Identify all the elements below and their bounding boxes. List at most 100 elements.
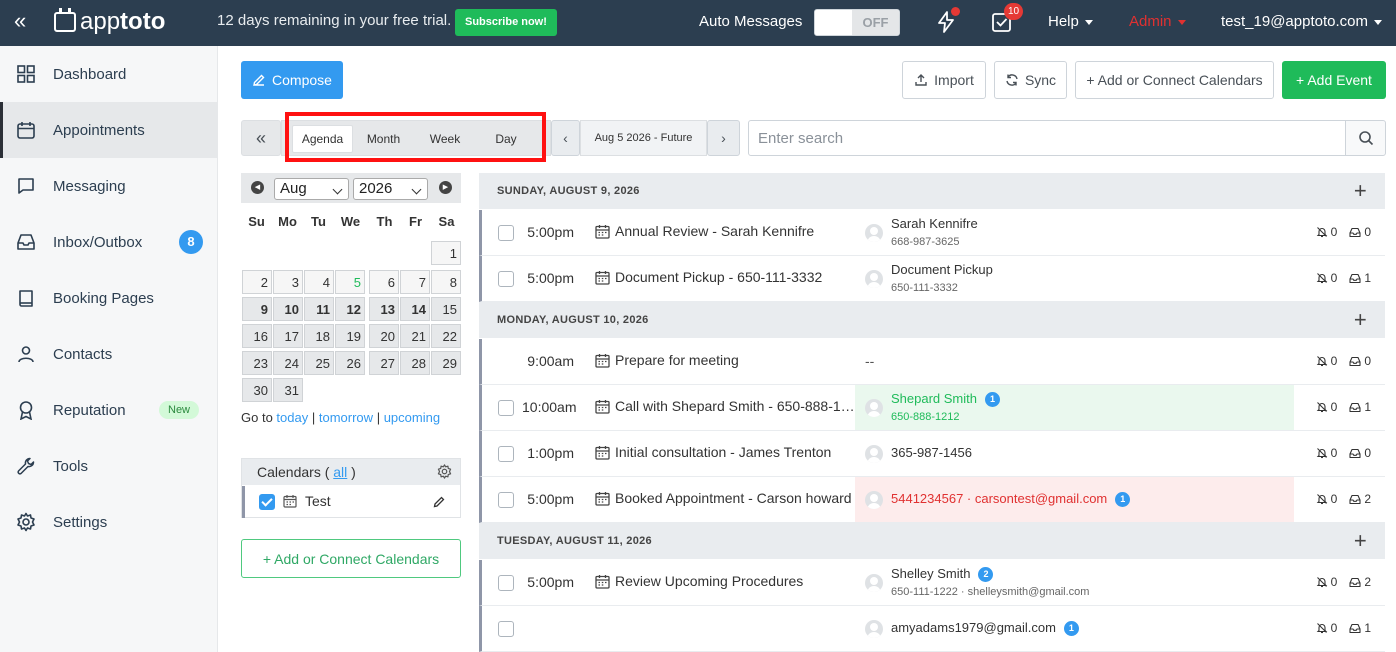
tasks-icon[interactable]: 10 <box>990 3 1023 34</box>
event-checkbox[interactable] <box>498 575 514 591</box>
search-input[interactable] <box>748 120 1346 156</box>
calendar-day[interactable]: 7 <box>400 270 430 294</box>
event-contact[interactable]: Sarah Kennifre 668-987-3625 <box>855 210 1294 255</box>
sidebar-item-appointments[interactable]: Appointments <box>0 102 217 158</box>
add-connect-calendars-button[interactable]: + Add or Connect Calendars <box>1075 61 1274 99</box>
sidebar-item-tools[interactable]: Tools <box>0 438 217 494</box>
add-event-button[interactable]: + Add Event <box>1282 61 1386 99</box>
subscribe-button[interactable]: Subscribe now! <box>455 9 557 36</box>
sidebar-item-settings[interactable]: Settings <box>0 494 217 550</box>
calendar-day[interactable]: 9 <box>242 297 272 321</box>
year-select[interactable]: 2026 <box>353 178 428 200</box>
calendar-day[interactable]: 24 <box>273 351 303 375</box>
notifications-bolt-icon[interactable] <box>934 7 960 34</box>
calendar-day[interactable]: 18 <box>304 324 334 348</box>
compose-button[interactable]: Compose <box>241 61 343 99</box>
sidebar-item-reputation[interactable]: Reputation New <box>0 382 217 438</box>
calendar-day[interactable]: 14 <box>400 297 430 321</box>
range-next-button[interactable]: › <box>707 120 740 156</box>
sidebar-item-messaging[interactable]: Messaging <box>0 158 217 214</box>
event-title[interactable]: Prepare for meeting <box>615 352 855 368</box>
calendar-day[interactable]: 3 <box>273 270 303 294</box>
month-select[interactable]: Aug <box>274 178 349 200</box>
add-event-plus-icon[interactable]: + <box>1354 178 1367 204</box>
calendar-day[interactable]: 19 <box>335 324 365 348</box>
event-row[interactable]: 5:00pm Document Pickup - 650-111-3332 Docu… <box>479 256 1385 302</box>
range-prev-button[interactable]: ‹ <box>551 120 580 156</box>
calendar-day[interactable]: 6 <box>369 270 399 294</box>
calendar-day[interactable]: 21 <box>400 324 430 348</box>
gear-icon[interactable] <box>437 464 452 479</box>
event-title[interactable]: Initial consultation - James Trenton <box>615 444 855 460</box>
sidebar-item-dashboard[interactable]: Dashboard <box>0 46 217 102</box>
calendar-checkbox[interactable] <box>259 494 275 510</box>
prev-month-icon[interactable]: ◀ <box>251 181 264 194</box>
collapse-sidebar-icon[interactable]: « <box>14 9 26 33</box>
calendar-day[interactable]: 30 <box>242 378 272 402</box>
event-contact[interactable]: 5441234567 · carsontest@gmail.com 1 <box>855 477 1294 522</box>
goto-tomorrow-link[interactable]: tomorrow <box>319 410 373 425</box>
edit-pencil-icon[interactable] <box>433 495 446 508</box>
event-title[interactable]: Review Upcoming Procedures <box>615 573 855 589</box>
event-row[interactable]: 5:00pm Review Upcoming Procedures Shelley … <box>479 560 1385 606</box>
event-title[interactable]: Document Pickup - 650-111-3332 <box>615 269 855 285</box>
calendar-day[interactable]: 17 <box>273 324 303 348</box>
calendar-day[interactable]: 22 <box>431 324 461 348</box>
sidebar-item-inbox-outbox[interactable]: Inbox/Outbox 8 <box>0 214 217 270</box>
admin-menu[interactable]: Admin <box>1129 13 1186 30</box>
event-checkbox[interactable] <box>498 225 514 241</box>
calendar-day[interactable]: 1 <box>431 241 461 265</box>
calendar-day[interactable]: 23 <box>242 351 272 375</box>
event-checkbox[interactable] <box>498 492 514 508</box>
sidebar-item-contacts[interactable]: Contacts <box>0 326 217 382</box>
event-contact[interactable]: 365-987-1456 <box>855 431 1294 476</box>
calendar-day[interactable]: 20 <box>369 324 399 348</box>
apptoto-logo[interactable]: app toto <box>54 8 165 35</box>
collapse-calendar-button[interactable]: « <box>241 120 281 156</box>
event-contact[interactable]: amyadams1979@gmail.com 1 <box>855 606 1294 651</box>
calendar-day[interactable]: 16 <box>242 324 272 348</box>
event-row[interactable]: 9:00am Prepare for meeting -- 0 0 <box>479 339 1385 385</box>
event-title[interactable]: Booked Appointment - Carson howard <box>615 490 855 506</box>
event-row[interactable]: amyadams1979@gmail.com 1 0 1 <box>479 606 1385 652</box>
calendar-day[interactable]: 26 <box>335 351 365 375</box>
goto-upcoming-link[interactable]: upcoming <box>384 410 440 425</box>
event-row[interactable]: 5:00pm Annual Review - Sarah Kennifre Sara… <box>479 210 1385 256</box>
calendars-all-link[interactable]: all <box>333 464 347 480</box>
import-button[interactable]: Import <box>902 61 986 99</box>
event-contact[interactable]: Shepard Smith 1 650-888-1212 <box>855 385 1294 430</box>
calendar-day[interactable]: 12 <box>335 297 365 321</box>
calendar-day[interactable]: 29 <box>431 351 461 375</box>
next-month-icon[interactable]: ▶ <box>439 181 452 194</box>
calendar-day[interactable]: 13 <box>369 297 399 321</box>
add-connect-calendars-secondary-button[interactable]: + Add or Connect Calendars <box>241 539 461 578</box>
calendar-day[interactable]: 2 <box>242 270 272 294</box>
event-row[interactable]: 1:00pm Initial consultation - James Trent… <box>479 431 1385 477</box>
calendar-day[interactable]: 10 <box>273 297 303 321</box>
event-title[interactable]: Annual Review - Sarah Kennifre <box>615 223 855 239</box>
date-range[interactable]: Aug 5 2026 - Future <box>580 120 707 156</box>
event-checkbox[interactable] <box>498 621 514 637</box>
sidebar-item-booking-pages[interactable]: Booking Pages <box>0 270 217 326</box>
event-checkbox[interactable] <box>498 446 514 462</box>
event-title[interactable]: Call with Shepard Smith - 650-888-1212 <box>615 398 855 414</box>
add-event-plus-icon[interactable]: + <box>1354 307 1367 333</box>
calendar-day[interactable]: 4 <box>304 270 334 294</box>
event-contact[interactable]: -- <box>855 339 1294 384</box>
calendar-item-test[interactable]: Test <box>242 486 460 518</box>
calendar-day[interactable]: 31 <box>273 378 303 402</box>
calendar-day[interactable]: 8 <box>431 270 461 294</box>
event-contact[interactable]: Shelley Smith 2 650-111-1222 · shelleysmit… <box>855 560 1294 605</box>
event-row[interactable]: 5:00pm Booked Appointment - Carson howard… <box>479 477 1385 523</box>
calendar-day[interactable]: 25 <box>304 351 334 375</box>
event-row[interactable]: 10:00am Call with Shepard Smith - 650-888… <box>479 385 1385 431</box>
calendar-day[interactable]: 11 <box>304 297 334 321</box>
event-contact[interactable]: Document Pickup 650-111-3332 <box>855 256 1294 301</box>
calendar-day[interactable]: 15 <box>431 297 461 321</box>
user-menu[interactable]: test_19@apptoto.com <box>1221 13 1382 30</box>
goto-today-link[interactable]: today <box>276 410 308 425</box>
calendar-day[interactable]: 5 <box>335 270 365 294</box>
sync-button[interactable]: Sync <box>994 61 1067 99</box>
add-event-plus-icon[interactable]: + <box>1354 528 1367 554</box>
help-menu[interactable]: Help <box>1048 13 1093 30</box>
